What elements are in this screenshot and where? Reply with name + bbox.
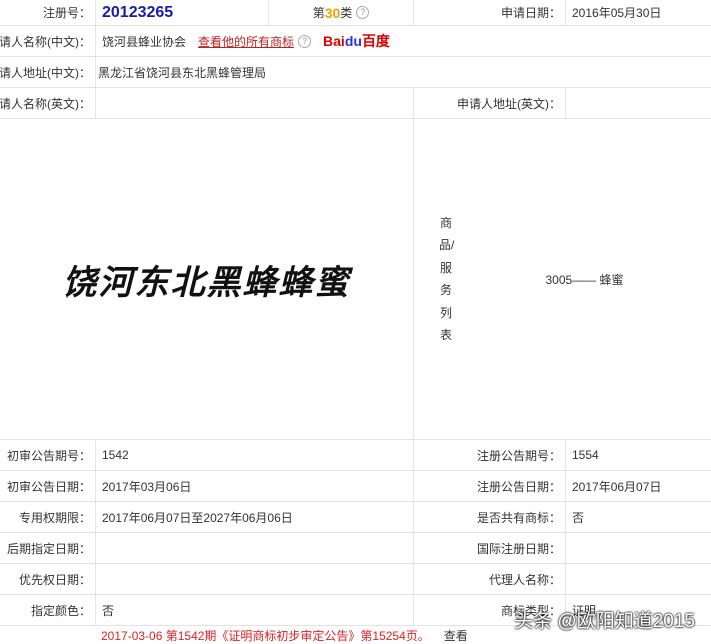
goods-list: 3005—— 蜂蜜	[545, 272, 624, 287]
info-label: 代理人名称：	[413, 564, 565, 594]
info-row: 后期指定日期： 国际注册日期：	[0, 533, 711, 564]
trademark-image: 饶河东北黑蜂蜂蜜	[0, 119, 413, 439]
baidu-cn: 百度	[361, 33, 390, 49]
apply-date: 2016年05月30日	[565, 0, 711, 25]
info-label: 注册公告期号：	[413, 440, 565, 470]
watermark: 头条 @欧阳知道2015	[514, 611, 695, 632]
applicant-en-label: 请人名称(英文)：	[0, 96, 91, 111]
info-label: 初审公告日期：	[6, 479, 91, 494]
info-value: 2017年03月06日	[95, 471, 413, 501]
baidu-logo[interactable]: Baidu百度	[323, 31, 390, 51]
info-label: 指定颜色：	[30, 603, 91, 618]
info-value: 1542	[95, 440, 413, 470]
info-value	[95, 564, 413, 594]
info-label: 专用权期限：	[18, 510, 91, 525]
help-icon[interactable]: ?	[356, 6, 370, 19]
baidu-paw-icon: du	[344, 33, 362, 49]
apply-date-label: 申请日期：	[413, 0, 565, 25]
info-value	[565, 564, 711, 594]
applicant-en	[95, 88, 413, 118]
address-en-label: 申请人地址(英文)：	[413, 88, 565, 118]
notice-view-link[interactable]: 查看	[444, 627, 468, 644]
info-row: 初审公告日期： 2017年03月06日 注册公告日期： 2017年06月07日	[0, 471, 711, 502]
info-value: 2017年06月07日	[565, 471, 711, 501]
info-label: 后期指定日期：	[6, 541, 91, 556]
view-all-trademarks-link[interactable]: 查看他的所有商标	[198, 33, 294, 50]
info-value: 1554	[565, 440, 711, 470]
row-applicant-cn: 请人名称(中文)： 饶河县蜂业协会 查看他的所有商标 ? Baidu百度	[0, 26, 711, 57]
row-mark: 饶河东北黑蜂蜂蜜 商品/服务列表 3005—— 蜂蜜	[0, 119, 711, 440]
info-value: 否	[95, 595, 413, 625]
info-row: 初审公告期号： 1542 注册公告期号： 1554	[0, 440, 711, 471]
applicant-cn: 饶河县蜂业协会	[102, 34, 187, 49]
row-address-cn: 请人地址(中文)： 黑龙江省饶河县东北黑蜂管理局	[0, 57, 711, 88]
class-prefix: 第	[312, 6, 325, 20]
row-applicant-en: 请人名称(英文)： 申请人地址(英文)：	[0, 88, 711, 119]
notice-text: 2017-03-06 第1542期《证明商标初步审定公告》第15254页。	[101, 628, 430, 643]
row-reg-no: 注册号： 20123265 第 30 类? 申请日期： 2016年05月30日	[0, 0, 711, 26]
address-cn-label: 请人地址(中文)：	[0, 65, 91, 80]
info-row: 优先权日期： 代理人名称：	[0, 564, 711, 595]
info-label: 初审公告期号：	[6, 448, 91, 463]
class-number: 30	[324, 4, 341, 21]
info-label: 优先权日期：	[18, 572, 91, 587]
class-suffix: 类	[340, 6, 353, 20]
baidu-bai: Bai	[323, 33, 345, 49]
info-value	[565, 533, 711, 563]
info-value: 2017年06月07日至2027年06月06日	[95, 502, 413, 532]
info-label: 是否共有商标：	[413, 502, 565, 532]
info-label: 注册公告日期：	[413, 471, 565, 501]
class-cell: 第 30 类?	[268, 0, 413, 25]
applicant-cn-label: 请人名称(中文)：	[0, 34, 91, 49]
info-label: 国际注册日期：	[413, 533, 565, 563]
address-cn: 黑龙江省饶河县东北黑蜂管理局	[95, 57, 711, 87]
info-row: 专用权期限： 2017年06月07日至2027年06月06日 是否共有商标： 否	[0, 502, 711, 533]
reg-no-label: 注册号：	[42, 6, 91, 20]
trademark-image-text: 饶河东北黑蜂蜂蜜	[62, 262, 351, 303]
help-icon[interactable]: ?	[298, 34, 312, 48]
goods-label: 商品/服务列表	[439, 215, 455, 343]
address-en	[565, 88, 711, 118]
info-value	[95, 533, 413, 563]
reg-no: 20123265	[102, 3, 174, 21]
info-value: 否	[565, 502, 711, 532]
